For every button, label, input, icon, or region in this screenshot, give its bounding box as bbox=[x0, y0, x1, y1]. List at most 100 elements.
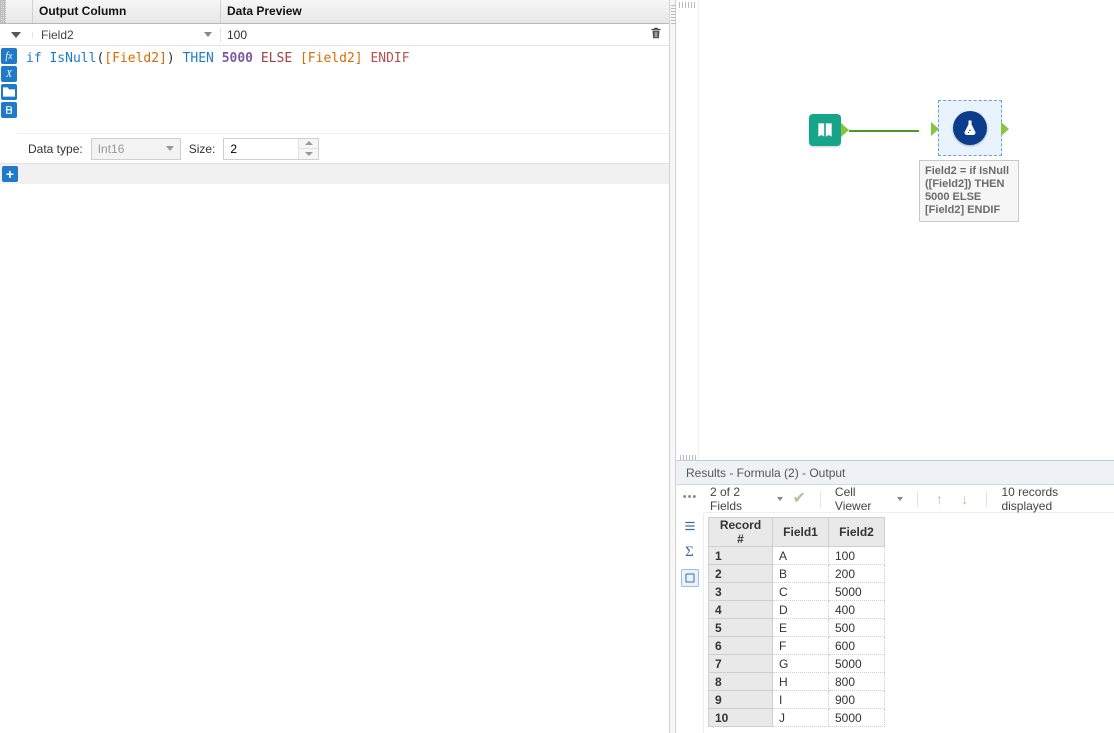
cell-field2: 5000 bbox=[829, 583, 885, 601]
cell-field2: 200 bbox=[829, 565, 885, 583]
cell-field2: 900 bbox=[829, 691, 885, 709]
size-step-down[interactable] bbox=[299, 149, 318, 159]
table-row[interactable]: 6F600 bbox=[709, 637, 885, 655]
separator bbox=[820, 491, 821, 507]
right-panel: Field2 = if IsNull ([Field2]) THEN 5000 … bbox=[676, 0, 1114, 733]
collapse-toggle-icon[interactable] bbox=[11, 32, 21, 38]
data-type-select[interactable]: Int16 bbox=[91, 138, 181, 160]
vertical-splitter[interactable] bbox=[669, 0, 676, 733]
cell-field1: B bbox=[773, 565, 829, 583]
cell-field1: J bbox=[773, 709, 829, 727]
connection-line[interactable] bbox=[849, 130, 919, 132]
fx-button[interactable]: fx bbox=[1, 48, 17, 64]
chevron-down-icon bbox=[204, 32, 212, 37]
table-row[interactable]: 3C5000 bbox=[709, 583, 885, 601]
size-label: Size: bbox=[189, 142, 216, 156]
table-row[interactable]: 2B200 bbox=[709, 565, 885, 583]
add-expression-button[interactable]: + bbox=[2, 166, 18, 182]
cell-field2: 100 bbox=[829, 547, 885, 565]
cell-field2: 800 bbox=[829, 673, 885, 691]
results-table[interactable]: Record # Field1 Field2 1A1002B2003C50004… bbox=[708, 517, 885, 727]
input-anchor[interactable] bbox=[931, 122, 939, 136]
cell-field1: C bbox=[773, 583, 829, 601]
expression-toolbar: fx X bbox=[0, 46, 18, 163]
list-view-icon[interactable] bbox=[681, 517, 699, 535]
menu-icon[interactable]: ••• bbox=[683, 491, 698, 503]
cell-recno: 5 bbox=[709, 619, 773, 637]
add-row-bar: + bbox=[0, 164, 675, 184]
cell-viewer-dropdown[interactable]: Cell Viewer bbox=[835, 485, 903, 513]
table-row[interactable]: 7G5000 bbox=[709, 655, 885, 673]
output-anchor[interactable] bbox=[1001, 122, 1009, 136]
fields-summary-dropdown[interactable]: 2 of 2 Fields bbox=[710, 485, 783, 513]
formula-tool-icon bbox=[953, 111, 987, 145]
size-step-up[interactable] bbox=[299, 139, 318, 150]
cell-field2: 5000 bbox=[829, 655, 885, 673]
cell-field1: E bbox=[773, 619, 829, 637]
cell-field1: A bbox=[773, 547, 829, 565]
cell-recno: 7 bbox=[709, 655, 773, 673]
formula-caption: Field2 = if IsNull ([Field2]) THEN 5000 … bbox=[919, 160, 1019, 222]
config-header: Output Column Data Preview bbox=[0, 0, 675, 24]
chevron-down-icon bbox=[166, 146, 174, 151]
text-input-tool-icon bbox=[809, 114, 841, 146]
folder-button[interactable] bbox=[1, 84, 17, 100]
output-column-header: Output Column bbox=[33, 0, 221, 23]
nav-up-icon[interactable]: ↑ bbox=[932, 491, 947, 507]
output-anchor[interactable] bbox=[841, 123, 849, 137]
save-button[interactable] bbox=[1, 102, 17, 118]
cell-field1: F bbox=[773, 637, 829, 655]
cell-field2: 600 bbox=[829, 637, 885, 655]
variables-button[interactable]: X bbox=[1, 66, 17, 82]
size-input[interactable] bbox=[223, 138, 319, 160]
table-row[interactable]: 5E500 bbox=[709, 619, 885, 637]
expand-col-header bbox=[0, 0, 33, 23]
formula-tool-node[interactable]: Field2 = if IsNull ([Field2]) THEN 5000 … bbox=[919, 100, 1021, 222]
cell-recno: 1 bbox=[709, 547, 773, 565]
col-field1[interactable]: Field1 bbox=[773, 518, 829, 547]
table-row[interactable]: 10J5000 bbox=[709, 709, 885, 727]
nav-down-icon[interactable]: ↓ bbox=[957, 491, 972, 507]
config-panel: Output Column Data Preview Field2 100 fx… bbox=[0, 0, 676, 733]
workflow-canvas[interactable]: Field2 = if IsNull ([Field2]) THEN 5000 … bbox=[699, 0, 1114, 460]
table-row[interactable]: 4D400 bbox=[709, 601, 885, 619]
cell-recno: 2 bbox=[709, 565, 773, 583]
cell-recno: 6 bbox=[709, 637, 773, 655]
chevron-down-icon bbox=[897, 497, 903, 501]
size-field[interactable] bbox=[224, 139, 298, 159]
cell-field1: D bbox=[773, 601, 829, 619]
col-field2[interactable]: Field2 bbox=[829, 518, 885, 547]
chevron-down-icon bbox=[777, 497, 783, 501]
data-preview-header: Data Preview bbox=[221, 0, 675, 23]
check-icon[interactable]: ✔ bbox=[793, 491, 806, 507]
table-row[interactable]: 1A100 bbox=[709, 547, 885, 565]
cell-recno: 10 bbox=[709, 709, 773, 727]
table-row[interactable]: 8H800 bbox=[709, 673, 885, 691]
results-panel: Results - Formula (2) - Output ••• 2 of … bbox=[676, 460, 1114, 733]
cell-recno: 9 bbox=[709, 691, 773, 709]
delete-icon[interactable] bbox=[649, 26, 663, 43]
records-displayed-label: 10 records displayed bbox=[1001, 485, 1108, 513]
output-column-select[interactable]: Field2 bbox=[33, 28, 221, 42]
separator bbox=[986, 491, 987, 507]
cell-field1: H bbox=[773, 673, 829, 691]
results-title-bar: Results - Formula (2) - Output bbox=[676, 461, 1114, 485]
results-title: Results - Formula (2) - Output bbox=[686, 466, 845, 480]
cell-field2: 400 bbox=[829, 601, 885, 619]
data-type-label: Data type: bbox=[28, 142, 83, 156]
preview-view-icon[interactable] bbox=[681, 569, 699, 587]
formula-row: Field2 100 bbox=[0, 24, 675, 46]
results-toolbar: 2 of 2 Fields ✔ Cell Viewer ↑ ↓ 10 recor… bbox=[704, 485, 1114, 513]
cell-field1: I bbox=[773, 691, 829, 709]
table-row[interactable]: 9I900 bbox=[709, 691, 885, 709]
output-column-value: Field2 bbox=[37, 28, 204, 42]
cell-field1: G bbox=[773, 655, 829, 673]
data-preview-value: 100 bbox=[227, 28, 247, 42]
input-tool-node[interactable] bbox=[809, 114, 841, 146]
cell-recno: 8 bbox=[709, 673, 773, 691]
canvas-gutter[interactable] bbox=[676, 0, 699, 460]
summary-view-icon[interactable]: Σ bbox=[681, 543, 699, 561]
results-table-wrap: Record # Field1 Field2 1A1002B2003C50004… bbox=[704, 513, 885, 733]
col-recno[interactable]: Record # bbox=[709, 518, 773, 547]
cell-field2: 5000 bbox=[829, 709, 885, 727]
